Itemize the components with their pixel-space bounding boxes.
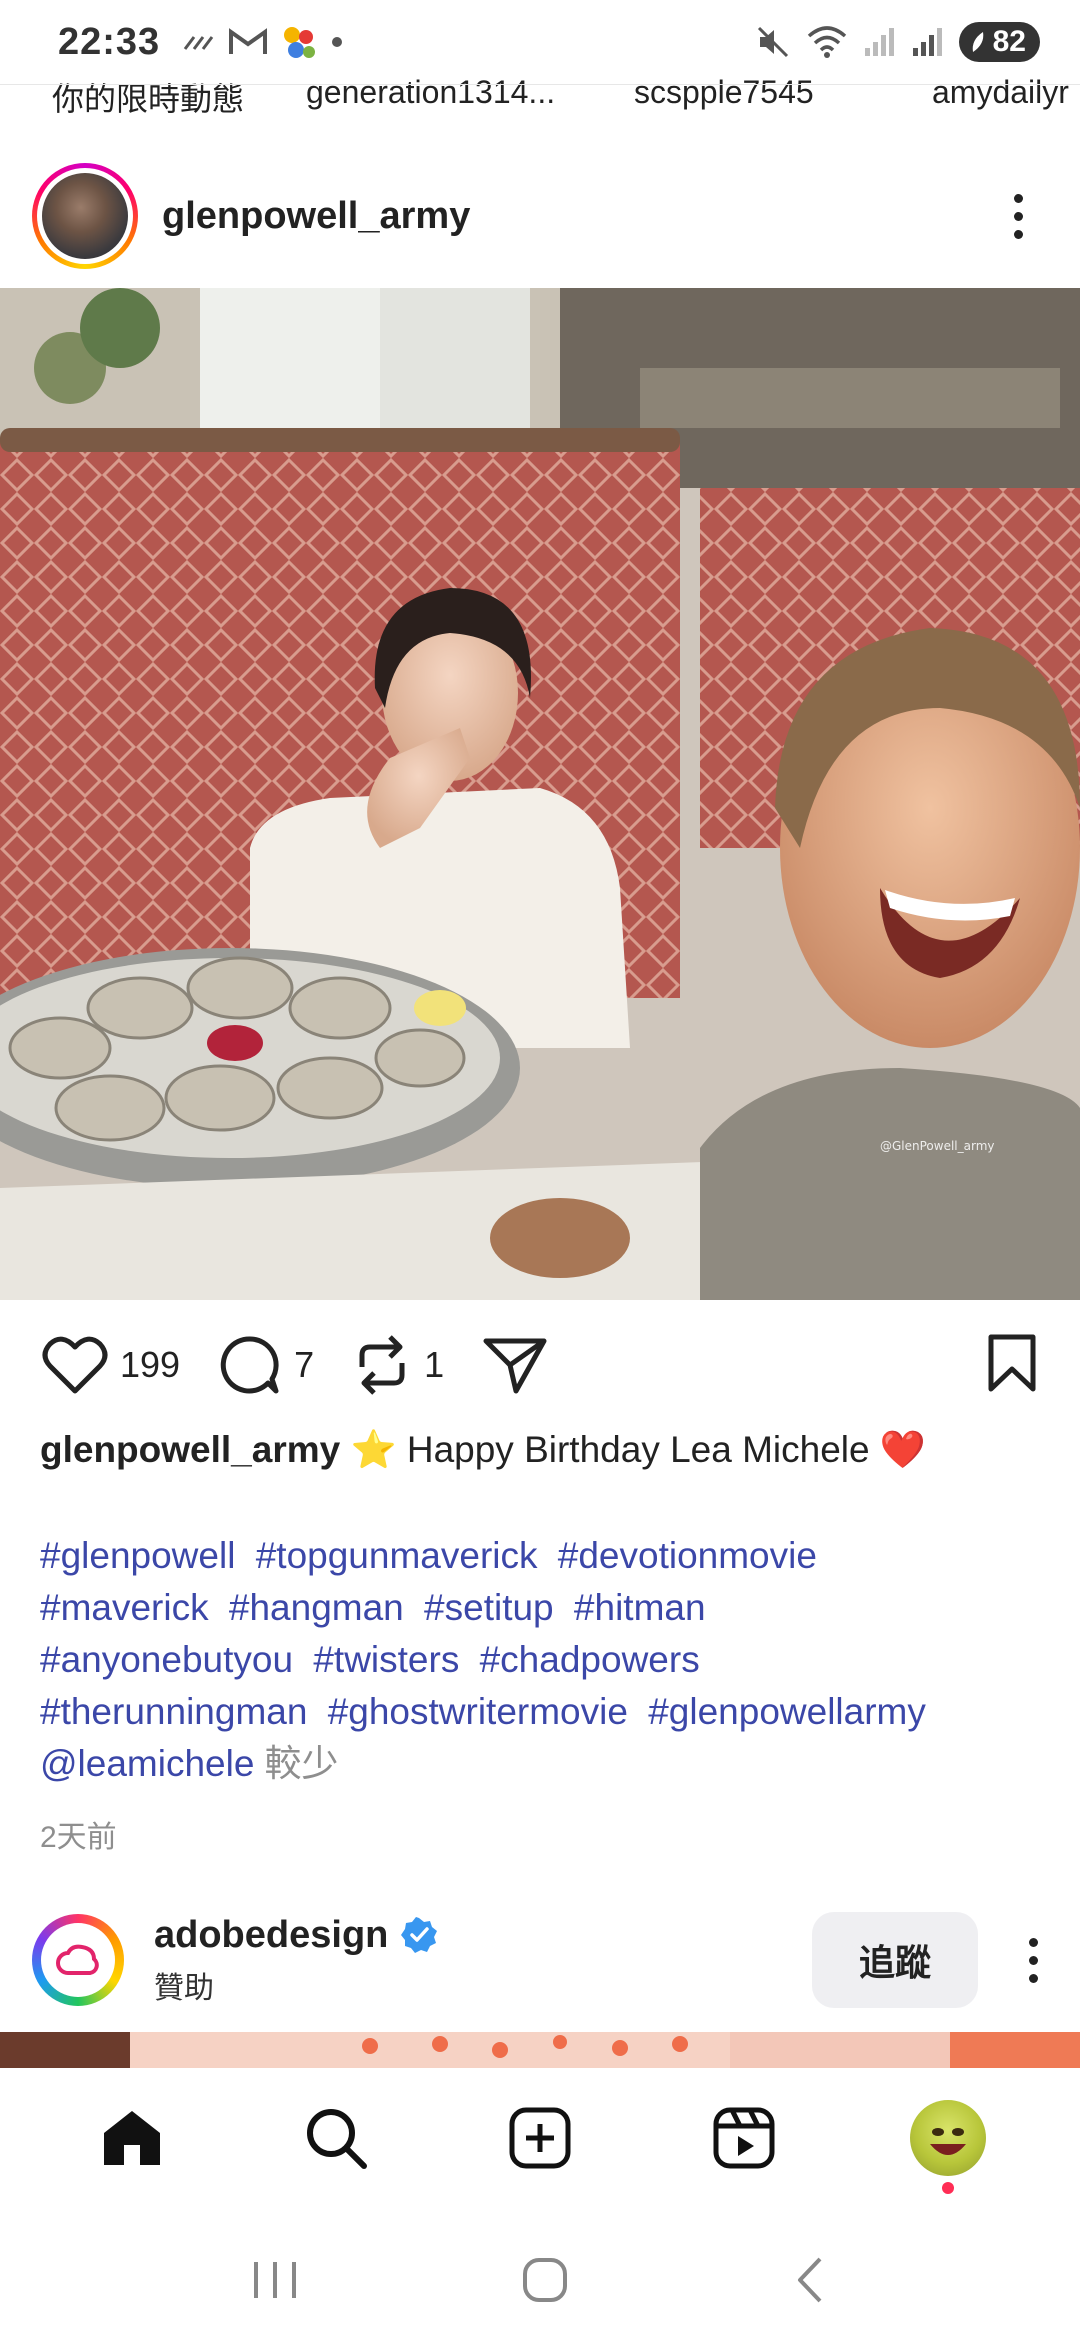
reels-icon[interactable] (712, 2106, 776, 2170)
bookmark-icon[interactable] (986, 1333, 1038, 1393)
mention-link[interactable]: @leamichele (40, 1743, 254, 1784)
hashtag-list: #glenpowell #topgunmaverick #devotionmov… (40, 1530, 1050, 1790)
repost-icon[interactable] (352, 1333, 412, 1397)
status-time: 22:33 (58, 20, 161, 63)
battery-saver-icon (972, 32, 983, 52)
home-button-icon[interactable] (520, 2255, 570, 2305)
photo-watermark: @GlenPowell_army (880, 1139, 995, 1153)
verified-badge-icon (401, 1917, 438, 1953)
hashtag-link[interactable]: #twisters (313, 1639, 459, 1680)
repost-count[interactable]: 1 (424, 1344, 444, 1386)
post-actions: 199 7 1 (0, 1320, 1080, 1410)
hashtag-link[interactable]: #topgunmaverick (256, 1535, 538, 1576)
sponsor-username[interactable]: adobedesign (154, 1914, 388, 1957)
signal-sim1-icon (864, 28, 894, 56)
app-notification-icon (284, 27, 316, 58)
notification-dot (942, 2182, 954, 2194)
comment-icon[interactable] (218, 1333, 282, 1397)
heart-icon[interactable] (42, 1335, 108, 1395)
stories-strip[interactable]: 你的限時動態 generation1314... scspple7545 amy… (0, 70, 1080, 114)
system-navigation-bar (0, 2220, 1080, 2340)
story-label[interactable]: scspple7545 (634, 74, 814, 111)
home-icon[interactable] (100, 2107, 164, 2169)
more-dot (1028, 1973, 1038, 1983)
sponsored-post-header: adobedesign 贊助 追蹤 (0, 1900, 1080, 2020)
creative-cloud-icon (56, 1944, 99, 1975)
hashtag-link[interactable]: #ghostwritermovie (328, 1691, 628, 1732)
sponsored-label: 贊助 (154, 1971, 214, 2005)
story-label[interactable]: generation1314... (306, 74, 555, 111)
gmail-icon (229, 28, 268, 54)
story-label[interactable]: amydailyr (932, 74, 1069, 111)
signal-sim2-icon (912, 28, 942, 56)
search-icon[interactable] (304, 2106, 368, 2170)
recent-apps-icon[interactable] (250, 2258, 300, 2302)
more-notifications-dot-icon (332, 37, 343, 47)
post-author-avatar[interactable] (32, 163, 138, 269)
more-dot (1013, 229, 1023, 239)
like-action[interactable]: 199 (42, 1335, 180, 1395)
show-less-link[interactable]: 較少 (264, 1743, 338, 1784)
sponsored-media-image (0, 2032, 1080, 2072)
more-dot (1028, 1937, 1038, 1947)
follow-button[interactable]: 追蹤 (812, 1912, 978, 2008)
restaurant-selfie-image: @GlenPowell_army (0, 288, 1080, 1300)
hashtag-link[interactable]: #hangman (229, 1587, 404, 1628)
status-system-icons: 82 (755, 22, 1040, 62)
back-button-icon[interactable] (790, 2255, 830, 2305)
hashtag-link[interactable]: #hitman (574, 1587, 706, 1628)
profile-avatar-image (930, 2128, 966, 2155)
hashtag-link[interactable]: #setitup (424, 1587, 554, 1628)
nav-profile[interactable] (888, 2078, 1008, 2198)
battery-indicator: 82 (958, 22, 1040, 62)
caption-username[interactable]: glenpowell_army (40, 1429, 340, 1470)
wifi-icon (807, 26, 846, 58)
hashtag-link[interactable]: #chadpowers (480, 1639, 700, 1680)
sponsored-media-preview[interactable] (0, 2032, 1080, 2072)
data-saver-icon (184, 36, 214, 50)
hashtag-link[interactable]: #therunningman (40, 1691, 307, 1732)
more-dot (1028, 1955, 1038, 1965)
nav-home[interactable] (72, 2078, 192, 2198)
comment-action[interactable]: 7 (218, 1333, 314, 1397)
like-count[interactable]: 199 (120, 1344, 180, 1386)
nav-create[interactable] (480, 2078, 600, 2198)
post-photo[interactable]: @GlenPowell_army (0, 288, 1080, 1300)
battery-level: 82 (992, 25, 1026, 58)
repost-action[interactable]: 1 (352, 1333, 444, 1397)
mute-icon (757, 26, 788, 58)
divider (0, 84, 1080, 85)
story-label-your-story[interactable]: 你的限時動態 (52, 74, 244, 114)
adobe-creative-cloud-logo[interactable] (32, 1914, 124, 2006)
sponsored-options-button[interactable] (1018, 1920, 1048, 2000)
caption-text: ⭐ Happy Birthday Lea Michele ❤️ (350, 1429, 926, 1470)
post-timestamp: 2天前 (40, 1821, 117, 1854)
hashtag-link[interactable]: #maverick (40, 1587, 209, 1628)
avatar-photo (42, 173, 128, 259)
profile-avatar[interactable] (910, 2100, 986, 2176)
create-post-icon[interactable] (508, 2106, 572, 2170)
post-caption: glenpowell_army ⭐ Happy Birthday Lea Mic… (40, 1424, 1050, 1476)
nav-reels[interactable] (684, 2078, 804, 2198)
save-action[interactable] (986, 1333, 1038, 1398)
post-author-username[interactable]: glenpowell_army (162, 195, 470, 238)
share-action[interactable] (482, 1335, 548, 1395)
more-dot (1013, 193, 1023, 203)
nav-search[interactable] (276, 2078, 396, 2198)
status-notification-icons (182, 23, 344, 61)
comment-count[interactable]: 7 (294, 1344, 314, 1386)
hashtag-link[interactable]: #devotionmovie (558, 1535, 817, 1576)
share-send-icon[interactable] (482, 1335, 548, 1395)
post-options-button[interactable] (988, 176, 1048, 256)
bottom-navigation (0, 2068, 1080, 2208)
hashtag-link[interactable]: #glenpowellarmy (648, 1691, 926, 1732)
post-header: glenpowell_army (0, 160, 1080, 272)
hashtag-link[interactable]: #glenpowell (40, 1535, 235, 1576)
more-dot (1013, 211, 1023, 221)
hashtag-link[interactable]: #anyonebutyou (40, 1639, 293, 1680)
